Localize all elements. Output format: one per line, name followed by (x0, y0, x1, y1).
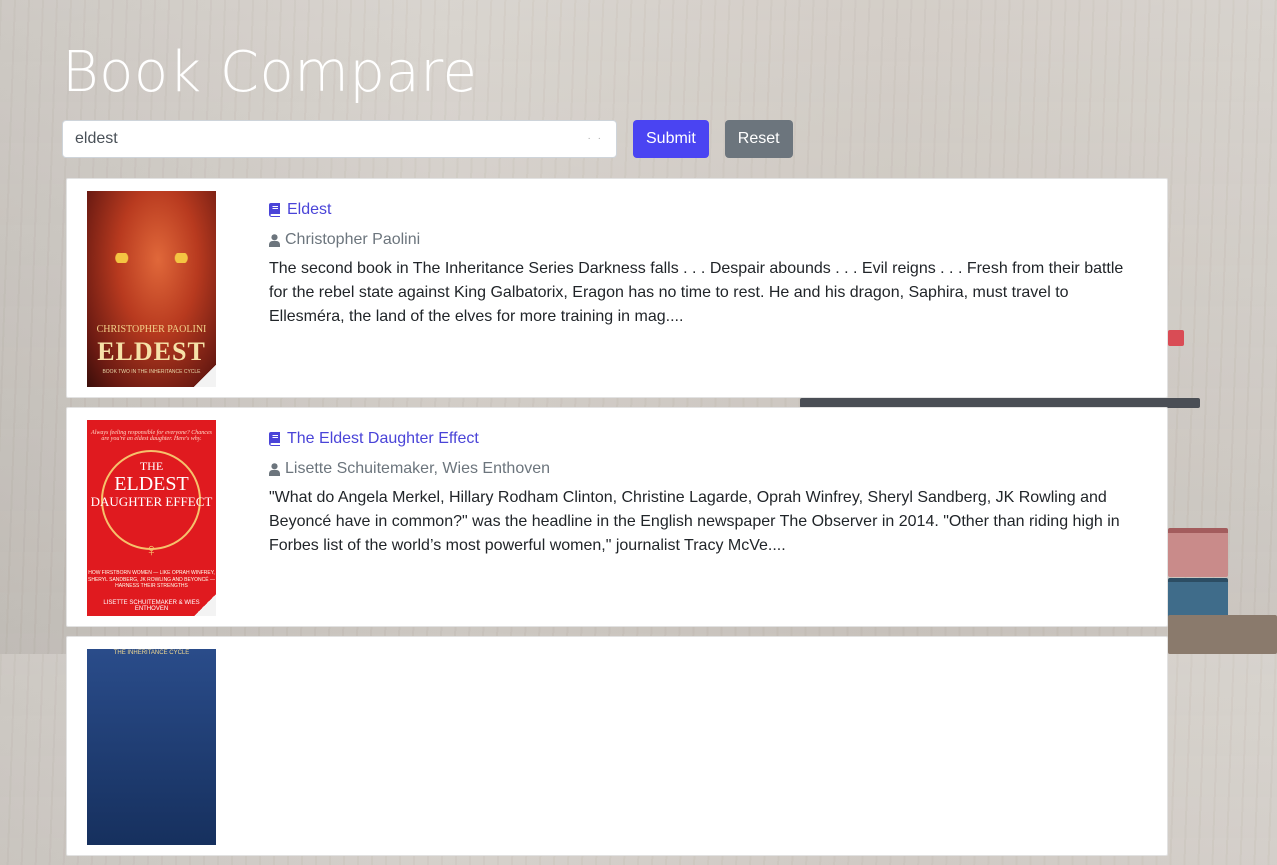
background-book-dark (1168, 615, 1277, 654)
result-card: Always feeling responsible for everyone?… (66, 407, 1168, 627)
book-icon (269, 203, 280, 217)
result-card: THE INHERITANCE CYCLE (66, 636, 1168, 856)
book-cover-image[interactable]: CHRISTOPHER PAOLINI ELDEST BOOK TWO IN T… (87, 191, 216, 387)
cover-author-text: THE INHERITANCE CYCLE (113, 650, 190, 656)
cover-author-text: CHRISTOPHER PAOLINI (96, 324, 207, 335)
book-cover-image[interactable]: THE INHERITANCE CYCLE (87, 649, 216, 845)
result-info: The Eldest Daughter Effect Lisette Schui… (269, 430, 1139, 558)
page-title: Book Compare (62, 40, 478, 105)
venus-symbol-icon: ♀ (144, 540, 159, 560)
result-author: Lisette Schuitemaker, Wies Enthoven (269, 460, 1139, 478)
cover-tagline: Always feeling responsible for everyone?… (91, 430, 212, 442)
result-card: CHRISTOPHER PAOLINI ELDEST BOOK TWO IN T… (66, 178, 1168, 398)
cover-title-text: ELDEST (97, 337, 206, 366)
result-info: Eldest Christopher Paolini The second bo… (269, 201, 1139, 329)
submit-button[interactable]: Submit (633, 120, 709, 158)
page-curl (194, 594, 216, 616)
cover-title-part: ELDEST (114, 473, 189, 496)
result-author: Christopher Paolini (269, 231, 1139, 249)
user-icon (269, 462, 280, 476)
result-author-name: Christopher Paolini (285, 231, 421, 248)
book-cover-image[interactable]: Always feeling responsible for everyone?… (87, 420, 216, 616)
search-bar: · · Submit Reset (62, 120, 793, 158)
result-title: Eldest (287, 201, 332, 218)
cover-title-part: DAUGHTER EFFECT (90, 494, 213, 510)
reset-button[interactable]: Reset (724, 120, 793, 158)
cover-blurb: HOW FIRSTBORN WOMEN — LIKE OPRAH WINFREY… (88, 570, 215, 589)
results-list: CHRISTOPHER PAOLINI ELDEST BOOK TWO IN T… (66, 178, 1168, 865)
cover-title-part: THE (139, 459, 164, 473)
book-icon (269, 432, 280, 446)
result-title-link[interactable]: Eldest (269, 201, 1139, 219)
dragon-eyes (109, 253, 194, 263)
result-title: The Eldest Daughter Effect (287, 430, 479, 447)
result-description: "What do Angela Merkel, Hillary Rodham C… (269, 489, 1120, 554)
background-book-red (1168, 330, 1184, 346)
result-author-name: Lisette Schuitemaker, Wies Enthoven (285, 460, 551, 477)
page-curl (194, 365, 216, 387)
background-book-pink (1168, 528, 1228, 577)
cover-title: THE ELDEST DAUGHTER EFFECT (87, 459, 216, 510)
background-book-blue (1168, 578, 1228, 618)
user-icon (269, 233, 280, 247)
result-description: The second book in The Inheritance Serie… (269, 260, 1124, 325)
result-title-link[interactable]: The Eldest Daughter Effect (269, 430, 1139, 448)
search-input[interactable] (62, 120, 617, 158)
search-box: · · (62, 120, 617, 158)
autocomplete-dots-icon: · · (587, 133, 603, 144)
